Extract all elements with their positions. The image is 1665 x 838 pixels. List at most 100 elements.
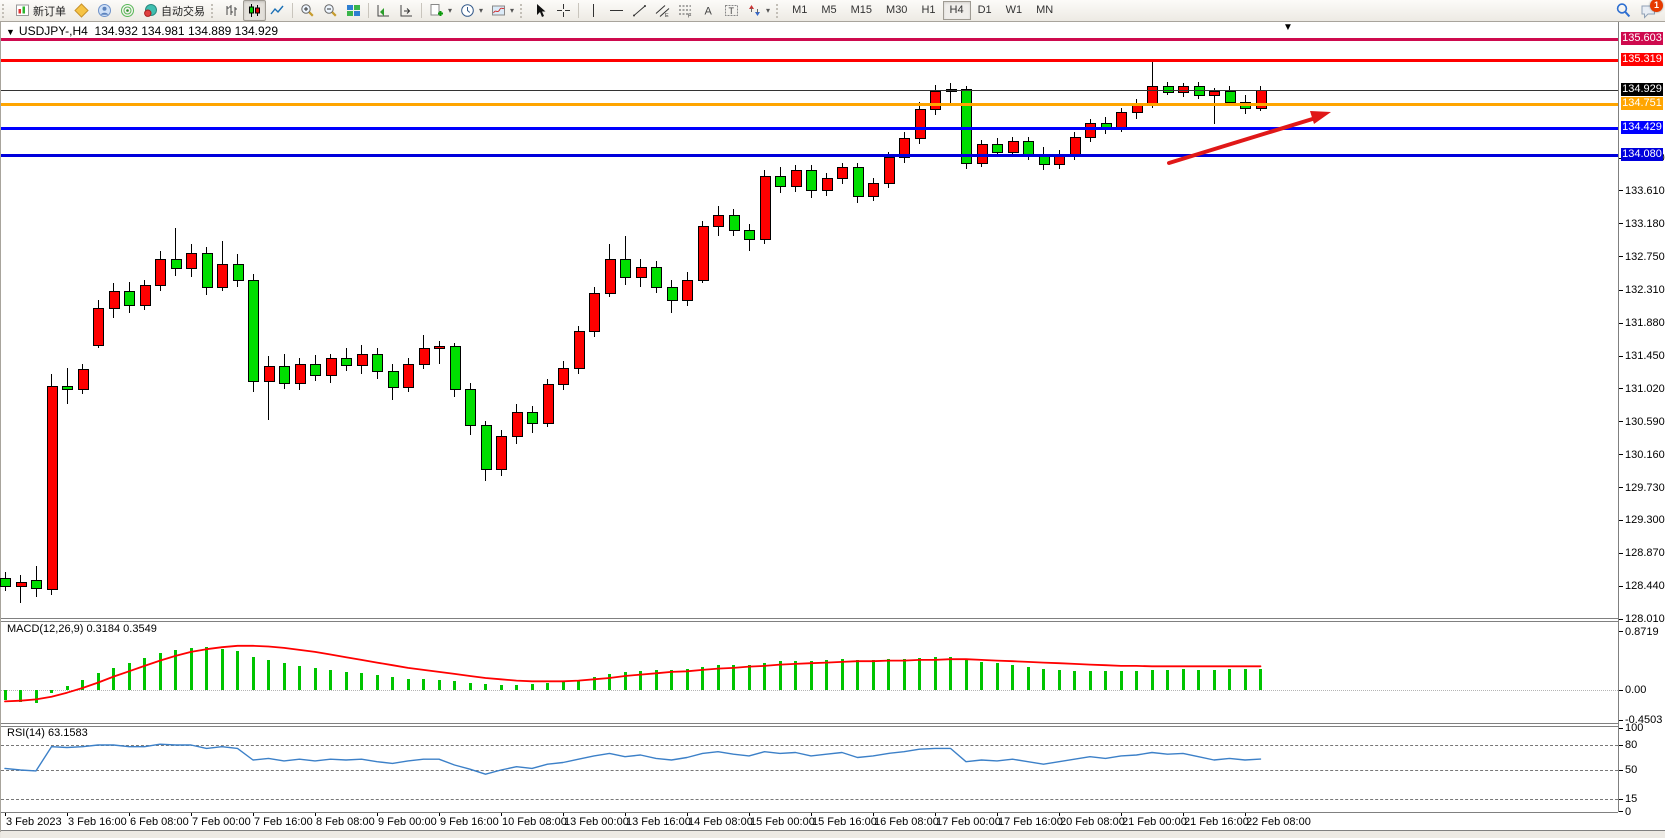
timeframe-button-mn[interactable]: MN [1029,1,1060,20]
time-axis-label[interactable]: 21 Feb 16:00 [1184,816,1249,828]
rsi-bottom-border [1,812,1618,813]
macd-histogram-bar [980,662,983,690]
time-axis-label[interactable]: 7 Feb 00:00 [192,816,251,828]
crosshair-button[interactable] [552,0,575,21]
notifications-button[interactable]: 1 [1640,3,1657,19]
trendline-button[interactable] [628,0,651,21]
time-axis-label[interactable]: 3 Feb 2023 [6,816,62,828]
candle-body [124,291,135,306]
price-hline[interactable] [1,127,1618,130]
collapse-marker-icon[interactable]: ▼ [6,27,15,37]
bar-chart-button[interactable] [220,0,243,21]
template-button[interactable]: ▾ [487,0,518,21]
time-axis-label[interactable]: 7 Feb 16:00 [254,816,313,828]
horizontal-line-button[interactable] [605,0,628,21]
current-price-badge: 134.929 [1621,83,1663,96]
candle-body [248,280,259,383]
zoom-out-icon [323,3,338,18]
cursor-button[interactable] [529,0,552,21]
macd-histogram-bar [717,665,720,690]
time-axis-label[interactable]: 10 Feb 08:00 [502,816,567,828]
time-axis-label[interactable]: 20 Feb 08:00 [1060,816,1125,828]
chart-area[interactable]: ▼USDJPY-,H4 134.932 134.981 134.889 134.… [0,21,1665,832]
candle-body [1070,137,1081,155]
macd-histogram-bar [1042,669,1045,690]
signals-button[interactable] [116,0,139,21]
chart-shift-button[interactable] [395,0,418,21]
toolbar-grip [211,4,216,18]
timeframe-button-m15[interactable]: M15 [844,1,879,20]
tile-windows-button[interactable] [342,0,365,21]
time-axis-label[interactable]: 17 Feb 00:00 [936,816,1001,828]
svg-text:E: E [665,13,669,18]
fibonacci-button[interactable]: F [674,0,697,21]
macd-histogram-bar [841,659,844,690]
time-axis-label[interactable]: 15 Feb 00:00 [750,816,815,828]
time-axis-label[interactable]: 8 Feb 08:00 [316,816,375,828]
time-axis-label[interactable]: 9 Feb 00:00 [378,816,437,828]
autotrading-button[interactable]: 自动交易 [139,0,209,21]
text-button[interactable]: A [697,0,720,21]
time-axis-label[interactable]: 17 Feb 16:00 [998,816,1063,828]
chart-overlay [1,21,1665,832]
price-hline[interactable] [1,38,1618,41]
macd-histogram-bar [918,658,921,690]
timeframe-button-h1[interactable]: H1 [914,1,942,20]
time-axis-label[interactable]: 22 Feb 08:00 [1246,816,1311,828]
new-order-icon [15,3,30,18]
time-axis-label[interactable]: 3 Feb 16:00 [68,816,127,828]
timeframe-button-m30[interactable]: M30 [879,1,914,20]
price-hline[interactable] [1,103,1618,106]
time-axis-label[interactable]: 21 Feb 00:00 [1122,816,1187,828]
panel-separator[interactable] [1,726,1618,727]
macd-histogram-bar [856,660,859,690]
timeframe-button-d1[interactable]: D1 [971,1,999,20]
price-hline[interactable] [1,154,1618,157]
metaeditor-button[interactable] [70,0,93,21]
time-axis-label[interactable]: 9 Feb 16:00 [440,816,499,828]
candlestick-chart-button[interactable] [243,0,266,21]
macd-histogram-bar [500,685,503,690]
symbol-period-label: USDJPY-,H4 [19,24,88,38]
zoom-in-button[interactable] [296,0,319,21]
template-icon [491,3,506,18]
timeframe-button-h4[interactable]: H4 [943,1,971,20]
panel-separator[interactable] [1,618,1618,619]
arrows-button[interactable]: ▾ [743,0,774,21]
time-axis-label[interactable]: 13 Feb 16:00 [626,816,691,828]
time-axis-label[interactable]: 15 Feb 16:00 [812,816,877,828]
price-hline[interactable] [1,59,1618,62]
time-axis-label[interactable]: 6 Feb 08:00 [130,816,189,828]
candle-body [1008,141,1019,153]
candle-body [620,259,631,278]
dropdown-caret-icon: ▾ [479,6,483,15]
metaeditor-icon [74,3,89,18]
new-chart-button[interactable]: ▾ [425,0,456,21]
text-label-button[interactable]: T [720,0,743,21]
candle-body [419,348,430,364]
auto-scroll-button[interactable] [372,0,395,21]
time-axis-label[interactable]: 13 Feb 00:00 [564,816,629,828]
candle-body [450,346,461,390]
scroll-to-end-marker[interactable]: ▼ [1283,22,1293,33]
community-button[interactable] [93,0,116,21]
search-icon[interactable] [1615,2,1632,19]
price-axis-label: 128.440 [1625,580,1665,592]
time-axis-label[interactable]: 16 Feb 08:00 [874,816,939,828]
candle-body [496,436,507,470]
panel-separator[interactable] [1,723,1618,724]
candle-body [527,412,538,424]
time-axis-label[interactable]: 14 Feb 08:00 [688,816,753,828]
timeframe-button-m1[interactable]: M1 [785,1,814,20]
vertical-line-button[interactable] [582,0,605,21]
new-order-button[interactable]: 新订单 [11,0,70,21]
candle-body [729,215,740,231]
timeframe-button-w1[interactable]: W1 [999,1,1030,20]
line-chart-button[interactable] [266,0,289,21]
period-button[interactable]: ▾ [456,0,487,21]
zoom-out-button[interactable] [319,0,342,21]
panel-separator[interactable] [1,621,1618,622]
status-strip [1,831,1665,838]
equidistant-channel-button[interactable]: E [651,0,674,21]
timeframe-button-m5[interactable]: M5 [814,1,843,20]
